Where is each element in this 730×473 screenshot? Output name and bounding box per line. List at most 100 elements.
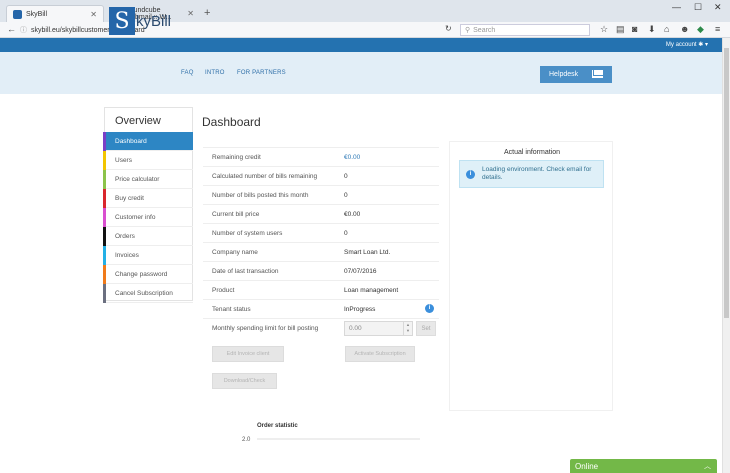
sidebar-item-label: Invoices xyxy=(115,251,139,259)
sidebar-item-change-password[interactable]: Change password xyxy=(103,265,193,284)
sidebar-item-label: Orders xyxy=(115,232,135,240)
download-icon[interactable]: ⬇ xyxy=(648,24,656,35)
my-account-link[interactable]: My account ✱ ▾ xyxy=(666,41,708,48)
row-label: Company name xyxy=(212,249,258,256)
row-label: Tenant status xyxy=(212,306,251,313)
spending-limit-input[interactable]: 0.00 ▲ ▼ xyxy=(344,321,413,336)
logo-text: kyBill xyxy=(136,12,172,30)
row-value: 0 xyxy=(344,173,348,180)
color-bar xyxy=(103,189,106,208)
color-bar xyxy=(103,208,106,227)
tab-skybill[interactable]: SkyBill ✕ xyxy=(6,5,104,22)
color-bar xyxy=(103,284,106,303)
row-value: 07/07/2016 xyxy=(344,268,377,275)
status-info-icon[interactable]: i xyxy=(425,304,434,313)
color-bar xyxy=(103,246,106,265)
person-icon: ✱ xyxy=(698,42,704,48)
chart-title: Order statistic xyxy=(257,423,298,429)
sidebar-item-price-calculator[interactable]: Price calculator xyxy=(103,170,193,189)
chat-status-label: Online xyxy=(575,461,599,471)
table-row: Monthly spending limit for bill posting … xyxy=(203,318,439,337)
bookmark-star-icon[interactable]: ☆ xyxy=(600,24,608,35)
pocket-icon[interactable]: ◙ xyxy=(632,24,637,34)
sidebar-title: Overview xyxy=(115,115,161,127)
sidebar-item-customer-info[interactable]: Customer info xyxy=(103,208,193,227)
color-bar xyxy=(103,151,106,170)
stepper-arrows-icon[interactable]: ▲ ▼ xyxy=(403,322,412,335)
skybill-logo[interactable]: S kyBill xyxy=(109,7,171,35)
color-bar xyxy=(103,132,106,151)
sidebar-item-label: Cancel Subscription xyxy=(115,289,173,297)
row-value: Smart Loan Ltd. xyxy=(344,249,391,256)
minimize-icon[interactable]: — xyxy=(672,2,681,12)
close-icon[interactable]: ✕ xyxy=(90,10,97,19)
sidebar-item-cancel-subscription[interactable]: Cancel Subscription xyxy=(103,284,193,303)
back-icon[interactable]: ← xyxy=(7,24,16,34)
page-scrollbar[interactable] xyxy=(722,38,730,473)
online-chat-widget[interactable]: Online ︿ xyxy=(570,459,717,473)
table-row: Number of system users 0 xyxy=(203,223,439,242)
nav-intro[interactable]: INTRO xyxy=(205,70,225,76)
sidebar-item-users[interactable]: Users xyxy=(103,151,193,170)
maximize-icon[interactable]: ☐ xyxy=(694,2,702,13)
actual-information-title: Actual information xyxy=(503,149,561,156)
row-label: Current bill price xyxy=(212,211,260,218)
logo-letter: S xyxy=(109,7,135,35)
table-row: Number of bills posted this month 0 xyxy=(203,185,439,204)
site-top-strip: My account ✱ ▾ xyxy=(0,38,722,52)
sidebar-item-label: Change password xyxy=(115,270,168,278)
row-label: Date of last transaction xyxy=(212,268,279,275)
search-icon: ⚲ xyxy=(465,27,471,34)
shield-icon[interactable]: ◆ xyxy=(697,24,704,35)
download-check-button[interactable]: Download/Check xyxy=(212,373,277,389)
spending-limit-value: 0.00 xyxy=(349,325,362,332)
reading-list-icon[interactable]: ▤ xyxy=(616,24,625,35)
color-bar xyxy=(103,265,106,284)
info-icon: i xyxy=(466,170,475,179)
table-row: Product Loan management xyxy=(203,280,439,299)
row-label: Number of bills posted this month xyxy=(212,192,309,199)
row-label: Product xyxy=(212,287,235,294)
skybill-favicon-icon xyxy=(13,9,22,19)
row-value: Loan management xyxy=(344,287,399,294)
activate-subscription-button[interactable]: Activate Subscription xyxy=(345,346,415,362)
color-bar xyxy=(103,170,106,189)
search-input[interactable]: ⚲ Search xyxy=(460,24,590,36)
page-title: Dashboard xyxy=(202,115,261,129)
tab-title: SkyBill xyxy=(26,10,48,18)
helpdesk-label: Helpdesk xyxy=(549,71,579,78)
sidebar-item-label: Users xyxy=(115,156,132,164)
extension-icon[interactable]: ☻ xyxy=(680,24,689,34)
sidebar-item-buy-credit[interactable]: Buy credit xyxy=(103,189,193,208)
reload-icon[interactable]: ↻ xyxy=(445,24,452,33)
color-bar xyxy=(103,227,106,246)
set-limit-button[interactable]: Set xyxy=(416,321,436,336)
chevron-up-icon[interactable]: ︿ xyxy=(704,461,711,471)
info-icon: ⓘ xyxy=(20,27,27,34)
table-row: Remaining credit €0.00 xyxy=(203,147,439,166)
table-row: Current bill price €0.00 xyxy=(203,204,439,223)
envelope-icon xyxy=(592,70,603,78)
row-label: Remaining credit xyxy=(212,154,261,161)
table-row: Date of last transaction 07/07/2016 xyxy=(203,261,439,280)
close-window-icon[interactable]: ✕ xyxy=(714,2,722,13)
new-tab-icon[interactable]: + xyxy=(204,7,210,19)
close-icon[interactable]: ✕ xyxy=(187,9,194,18)
scrollbar-thumb[interactable] xyxy=(724,48,729,318)
nav-for-partners[interactable]: FOR PARTNERS xyxy=(237,70,286,76)
menu-icon[interactable]: ≡ xyxy=(715,24,720,34)
address-bar[interactable]: ⓘ skybill.eu/skybillcustomer/dashboard xyxy=(20,24,455,36)
actual-information-panel: Actual information i Loading environment… xyxy=(449,141,613,411)
nav-faq[interactable]: FAQ xyxy=(181,70,194,76)
info-alert: i Loading environment. Check email for d… xyxy=(459,160,604,188)
sidebar-item-invoices[interactable]: Invoices xyxy=(103,246,193,265)
row-label: Number of system users xyxy=(212,230,283,237)
row-value: 0 xyxy=(344,230,348,237)
sidebar-item-dashboard[interactable]: Dashboard xyxy=(103,132,193,151)
edit-invoice-client-button[interactable]: Edit Invoice client xyxy=(212,346,284,362)
sidebar-item-orders[interactable]: Orders xyxy=(103,227,193,246)
alert-message: Loading environment. Check email for det… xyxy=(482,166,592,181)
helpdesk-button[interactable]: Helpdesk xyxy=(540,66,612,83)
home-icon[interactable]: ⌂ xyxy=(664,24,669,34)
table-row: Tenant status InProgress i xyxy=(203,299,439,318)
